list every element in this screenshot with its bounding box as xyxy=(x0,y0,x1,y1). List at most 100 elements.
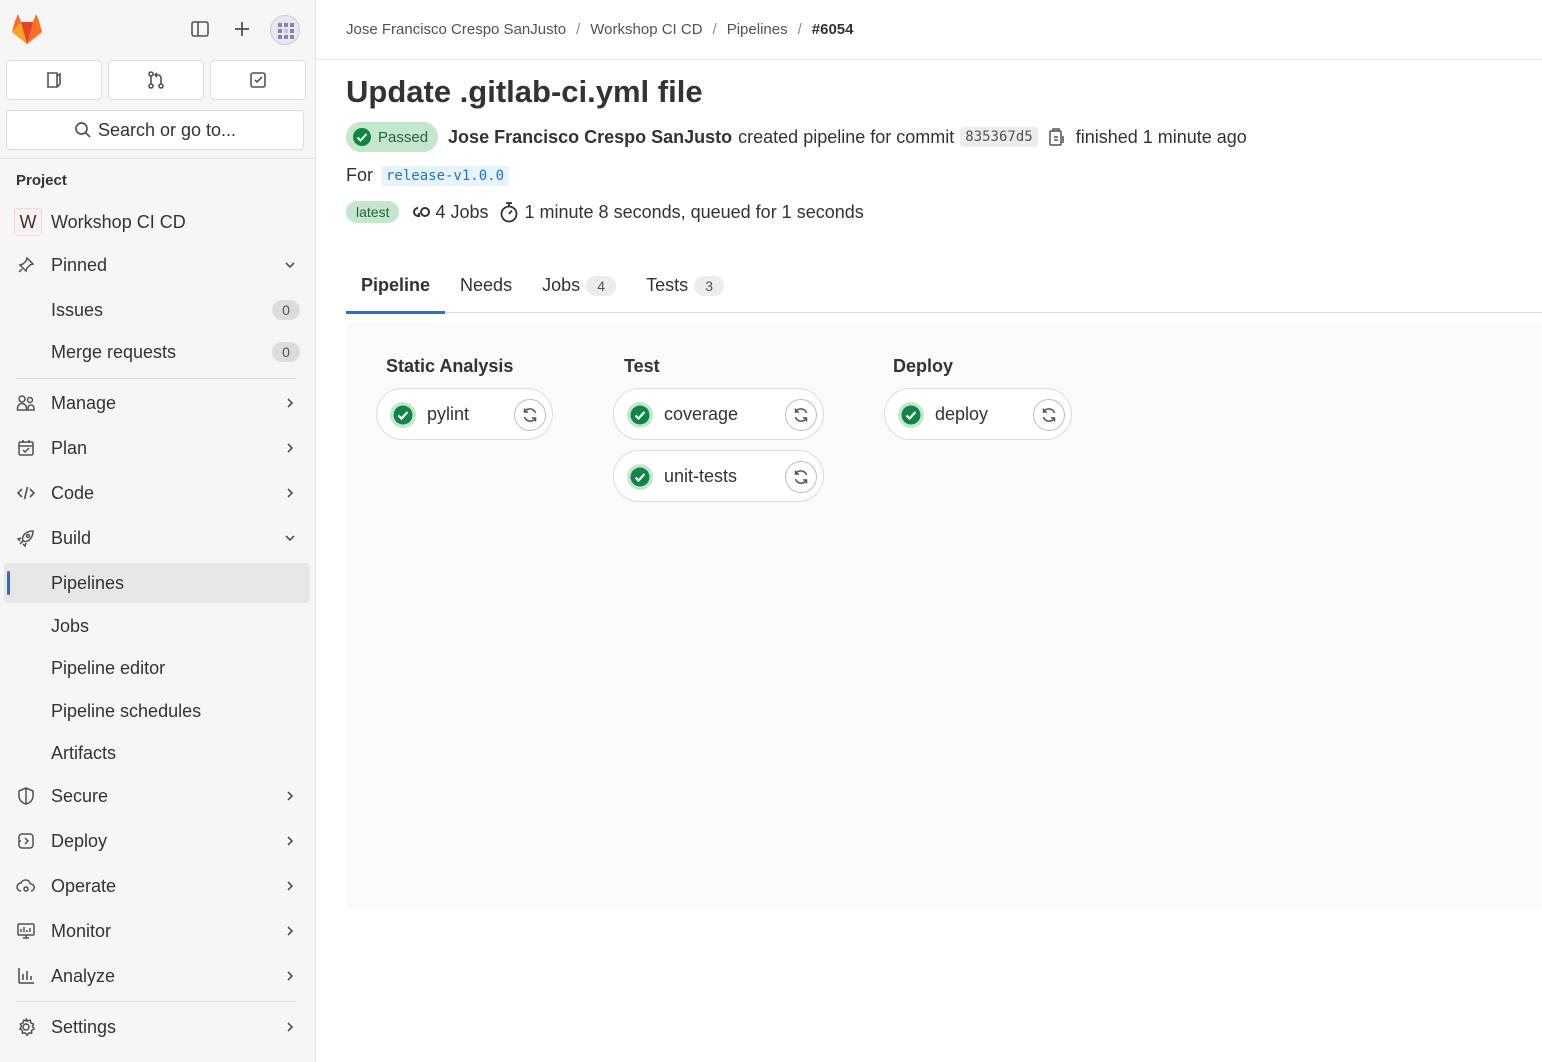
sidebar-item-artifacts[interactable]: Artifacts xyxy=(4,733,310,773)
gitlab-logo-icon[interactable] xyxy=(10,13,44,45)
retry-icon[interactable] xyxy=(785,399,817,431)
tab-needs[interactable]: Needs xyxy=(445,258,527,313)
tab-label: Needs xyxy=(460,275,513,295)
sidebar-item-label: Pipeline editor xyxy=(51,657,166,678)
chevron-right-icon xyxy=(287,398,294,408)
sidebar-item-label: Code xyxy=(51,482,95,503)
sidebar-item-pinned[interactable]: Pinned xyxy=(4,245,310,285)
user-avatar[interactable] xyxy=(270,15,300,45)
sidebar-item-manage[interactable]: Manage xyxy=(4,383,310,423)
sidebar-item-monitor[interactable]: Monitor xyxy=(4,911,310,951)
stage-title: Deploy xyxy=(893,356,954,376)
chevron-right-icon xyxy=(287,443,294,453)
sidebar-item-plan[interactable]: Plan xyxy=(4,428,310,468)
check-circle-icon xyxy=(898,402,924,428)
sidebar-item-merge-requests[interactable]: Merge requests 0 xyxy=(4,332,310,372)
sidebar-item-label: Secure xyxy=(51,785,109,806)
breadcrumb-project[interactable]: Workshop CI CD xyxy=(590,21,702,38)
sidebar-item-analyze[interactable]: Analyze xyxy=(4,956,310,996)
for-label: For xyxy=(346,165,373,185)
collapse-sidebar-icon[interactable] xyxy=(187,16,213,42)
gear-icon xyxy=(16,1017,36,1037)
sidebar-item-jobs[interactable]: Jobs xyxy=(4,606,310,646)
check-circle-icon xyxy=(627,464,653,490)
deployments-icon xyxy=(16,831,36,851)
job-unit-tests[interactable]: unit-tests xyxy=(613,450,824,502)
sidebar-item-pipeline-schedules[interactable]: Pipeline schedules xyxy=(4,691,310,731)
sidebar-item-label: Monitor xyxy=(51,920,112,941)
chevron-right-icon xyxy=(287,926,294,936)
tab-jobs[interactable]: Jobs 4 xyxy=(527,258,631,313)
search-placeholder: Search or go to... xyxy=(97,119,237,140)
status-label: Passed xyxy=(378,128,429,146)
status-badge[interactable]: Passed xyxy=(346,122,439,152)
job-name: deploy xyxy=(935,403,989,424)
plus-icon[interactable] xyxy=(229,16,255,42)
sidebar-item-code[interactable]: Code xyxy=(4,473,310,513)
retry-icon[interactable] xyxy=(1033,399,1065,431)
pipeline-meta: Passed Jose Francisco Crespo SanJusto cr… xyxy=(346,122,1247,152)
sidebar-item-label: Plan xyxy=(51,437,88,458)
sidebar-item-pipeline-editor[interactable]: Pipeline editor xyxy=(4,648,310,688)
sidebar-item-deploy[interactable]: Deploy xyxy=(4,821,310,861)
jobs-count: 4 Jobs xyxy=(435,201,489,222)
sidebar-item-secure[interactable]: Secure xyxy=(4,776,310,816)
count-badge: 0 xyxy=(272,300,300,320)
quick-actions xyxy=(6,60,306,100)
chevron-right-icon xyxy=(287,836,294,846)
todo-icon xyxy=(250,72,266,88)
job-name: pylint xyxy=(427,403,470,424)
sidebar-item-label: Issues xyxy=(51,299,104,320)
sidebar-item-issues[interactable]: Issues 0 xyxy=(4,290,310,330)
merge-requests-button[interactable] xyxy=(108,60,204,100)
tab-tests[interactable]: Tests 3 xyxy=(631,258,739,313)
sidebar-item-label: Build xyxy=(51,527,92,548)
chevron-right-icon xyxy=(287,1022,294,1032)
divider xyxy=(16,378,296,379)
pipeline-tabs: Pipeline Needs Jobs 4 Tests 3 xyxy=(346,258,1542,314)
finished-text: finished 1 minute ago xyxy=(1075,126,1247,147)
commit-sha[interactable]: 835367d5 xyxy=(960,127,1038,147)
pipeline-icon xyxy=(413,207,431,217)
check-circle-icon xyxy=(627,402,653,428)
sidebar-item-operate[interactable]: Operate xyxy=(4,866,310,906)
chevron-right-icon xyxy=(287,488,294,498)
todo-button[interactable] xyxy=(210,60,306,100)
breadcrumb-separator: / xyxy=(797,21,802,38)
sidebar-item-label: Pipeline schedules xyxy=(51,700,202,721)
breadcrumb-pipelines[interactable]: Pipelines xyxy=(727,21,788,38)
stage-title: Static Analysis xyxy=(386,356,514,376)
sidebar-item-build[interactable]: Build xyxy=(4,518,310,558)
pipeline-stats: latest 4 Jobs 1 minute 8 seconds, queued… xyxy=(346,201,864,223)
breadcrumb-separator: / xyxy=(712,21,717,38)
sidebar-item-settings[interactable]: Settings xyxy=(4,1007,310,1047)
project-link[interactable]: W Workshop CI CD xyxy=(4,202,310,242)
job-pylint[interactable]: pylint xyxy=(376,388,553,440)
sidebar-item-label: Analyze xyxy=(51,965,116,986)
ref-link[interactable]: release-v1.0.0 xyxy=(381,165,510,186)
breadcrumb-pipeline-id[interactable]: #6054 xyxy=(812,21,854,38)
tab-label: Jobs xyxy=(542,275,581,295)
author-link[interactable]: Jose Francisco Crespo SanJusto xyxy=(448,127,732,148)
code-icon xyxy=(16,483,36,503)
copy-icon[interactable] xyxy=(1048,127,1066,147)
tab-count-badge: 3 xyxy=(694,275,725,296)
job-deploy[interactable]: deploy xyxy=(884,388,1072,440)
breadcrumb-user[interactable]: Jose Francisco Crespo SanJusto xyxy=(346,21,566,38)
job-coverage[interactable]: coverage xyxy=(613,388,824,440)
tab-pipeline[interactable]: Pipeline xyxy=(346,258,446,314)
main-content: Jose Francisco Crespo SanJusto / Worksho… xyxy=(316,0,1542,1062)
search-button[interactable]: Search or go to... xyxy=(6,110,304,150)
page-title: Update .gitlab-ci.yml file xyxy=(346,74,703,109)
divider xyxy=(0,158,316,159)
assigned-issues-button[interactable] xyxy=(6,60,102,100)
pin-icon xyxy=(16,255,36,275)
retry-icon[interactable] xyxy=(785,461,817,493)
duration-text: 1 minute 8 seconds, queued for 1 seconds xyxy=(524,201,864,222)
section-label-project: Project xyxy=(16,172,67,189)
search-icon xyxy=(75,122,91,138)
calendar-icon xyxy=(16,438,36,458)
retry-icon[interactable] xyxy=(514,399,546,431)
sidebar-item-pipelines[interactable]: Pipelines xyxy=(4,563,310,603)
divider xyxy=(16,1001,296,1002)
